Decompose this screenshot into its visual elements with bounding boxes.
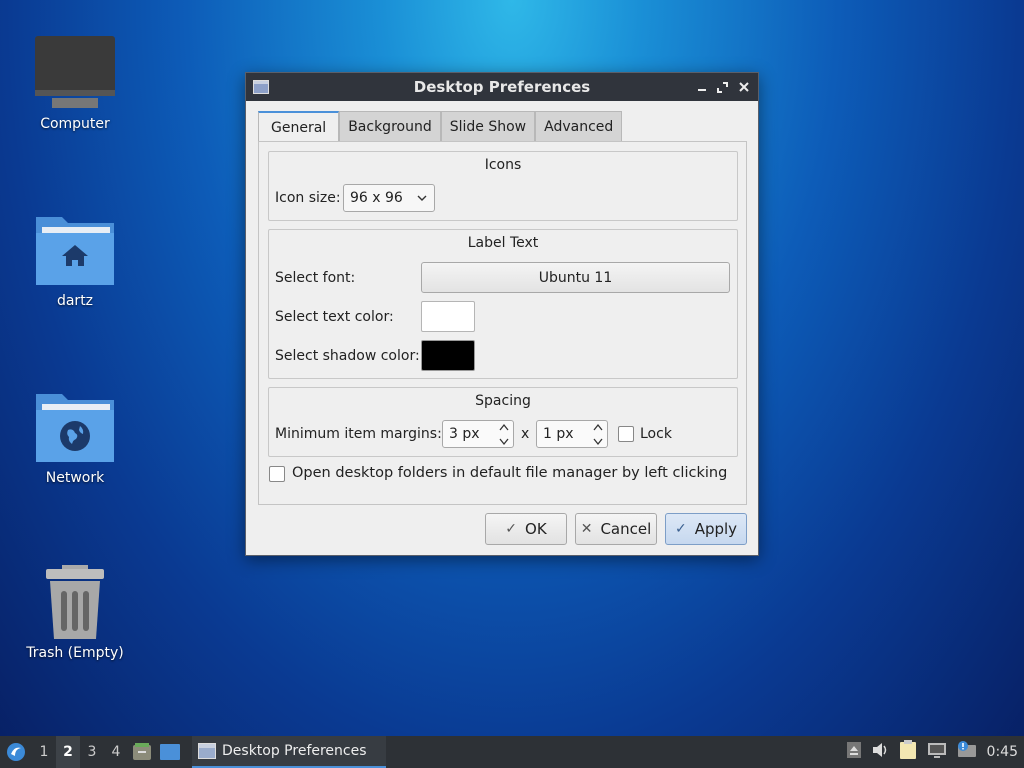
general-tab-panel: Icons Icon size: 96 x 96 Label Text Sele…	[258, 141, 747, 505]
desktop-icon-network[interactable]: Network	[20, 390, 130, 486]
close-icon[interactable]	[735, 79, 752, 96]
icon-size-value: 96 x 96	[350, 190, 403, 206]
ok-button-label: OK	[525, 520, 547, 538]
tab-advanced[interactable]: Advanced	[535, 111, 623, 141]
ok-button[interactable]: ✓ OK	[485, 513, 567, 545]
select-font-label: Select font:	[275, 270, 356, 286]
workspace-3[interactable]: 3	[80, 736, 104, 768]
tab-general[interactable]: General	[258, 111, 340, 142]
network-folder-icon	[34, 390, 116, 464]
desktop-preferences-window: Desktop Preferences General Background S…	[245, 72, 759, 556]
eject-icon[interactable]	[846, 742, 861, 762]
cancel-button-label: Cancel	[600, 520, 652, 538]
icons-group: Icons Icon size: 96 x 96	[268, 151, 738, 221]
file-manager-launcher-icon[interactable]	[128, 736, 156, 768]
margin-y-spinbox[interactable]: 1 px	[536, 420, 608, 448]
spacing-group: Spacing Minimum item margins: 3 px x 1 p…	[268, 387, 738, 457]
volume-icon[interactable]	[871, 742, 889, 762]
maximize-icon[interactable]	[714, 79, 731, 96]
show-desktop-icon[interactable]	[156, 736, 184, 768]
apply-button-label: Apply	[694, 520, 738, 538]
margin-y-value: 1 px	[543, 426, 574, 442]
checkmark-icon: ✓	[674, 521, 687, 537]
icon-size-select[interactable]: 96 x 96	[343, 184, 435, 212]
desktop-icon-label: Computer	[40, 116, 110, 132]
spacing-group-title: Spacing	[475, 393, 531, 409]
shadow-color-label: Select shadow color:	[275, 348, 420, 364]
chevron-down-icon	[416, 192, 428, 208]
spin-up-icon[interactable]	[498, 422, 510, 436]
open-folders-checkbox[interactable]	[269, 466, 285, 482]
spin-down-icon[interactable]	[592, 436, 604, 450]
margin-x-spinbox[interactable]: 3 px	[442, 420, 514, 448]
margins-label: Minimum item margins:	[275, 426, 442, 442]
lock-checkbox[interactable]	[618, 426, 634, 442]
tab-slide-show[interactable]: Slide Show	[440, 111, 536, 141]
update-notification-icon[interactable]	[957, 741, 977, 763]
label-text-group-title: Label Text	[467, 235, 539, 251]
taskbar-task-desktop-preferences[interactable]: Desktop Preferences	[192, 736, 386, 768]
spin-up-icon[interactable]	[592, 422, 604, 436]
desktop-icon-home[interactable]: dartz	[20, 213, 130, 309]
open-folders-label: Open desktop folders in default file man…	[292, 465, 728, 481]
cancel-button[interactable]: ✕ Cancel	[575, 513, 657, 545]
apply-button[interactable]: ✓ Apply	[665, 513, 747, 545]
workspace-1[interactable]: 1	[32, 736, 56, 768]
select-font-button[interactable]: Ubuntu 11	[421, 262, 730, 293]
desktop-icon-computer[interactable]: Computer	[20, 36, 130, 132]
checkmark-icon: ✓	[505, 521, 518, 537]
computer-icon	[34, 36, 116, 110]
window-app-icon	[198, 743, 216, 759]
desktop-icon-label: dartz	[56, 293, 94, 309]
taskbar: 1 2 3 4 Desktop Preferences 0:45	[0, 736, 1024, 768]
desktop-icon-trash[interactable]: Trash (Empty)	[20, 565, 130, 661]
window-app-icon[interactable]	[253, 80, 269, 94]
lock-label: Lock	[640, 426, 672, 442]
shadow-color-button[interactable]	[421, 340, 475, 371]
icon-size-label: Icon size:	[275, 190, 341, 206]
margin-separator: x	[521, 426, 530, 442]
network-icon[interactable]	[927, 741, 947, 763]
cross-icon: ✕	[580, 521, 593, 537]
clock[interactable]: 0:45	[987, 744, 1018, 760]
icons-group-title: Icons	[484, 157, 522, 173]
window-title: Desktop Preferences	[413, 78, 591, 96]
desktop-icon-label: Network	[45, 470, 105, 486]
home-folder-icon	[34, 213, 116, 287]
trash-icon	[34, 565, 116, 639]
workspace-2[interactable]: 2	[56, 736, 80, 768]
text-color-button[interactable]	[421, 301, 475, 332]
lubuntu-logo-icon	[7, 743, 25, 761]
window-titlebar[interactable]: Desktop Preferences	[246, 73, 758, 101]
workspace-4[interactable]: 4	[104, 736, 128, 768]
desktop-icon-label: Trash (Empty)	[26, 645, 124, 661]
minimize-icon[interactable]	[693, 79, 710, 96]
clipboard-icon[interactable]	[899, 740, 917, 764]
margin-x-value: 3 px	[449, 426, 480, 442]
spin-down-icon[interactable]	[498, 436, 510, 450]
text-color-label: Select text color:	[275, 309, 394, 325]
tab-background[interactable]: Background	[339, 111, 441, 141]
task-label: Desktop Preferences	[222, 743, 367, 759]
start-menu-button[interactable]	[0, 736, 32, 768]
label-text-group: Label Text Select font: Ubuntu 11 Select…	[268, 229, 738, 379]
